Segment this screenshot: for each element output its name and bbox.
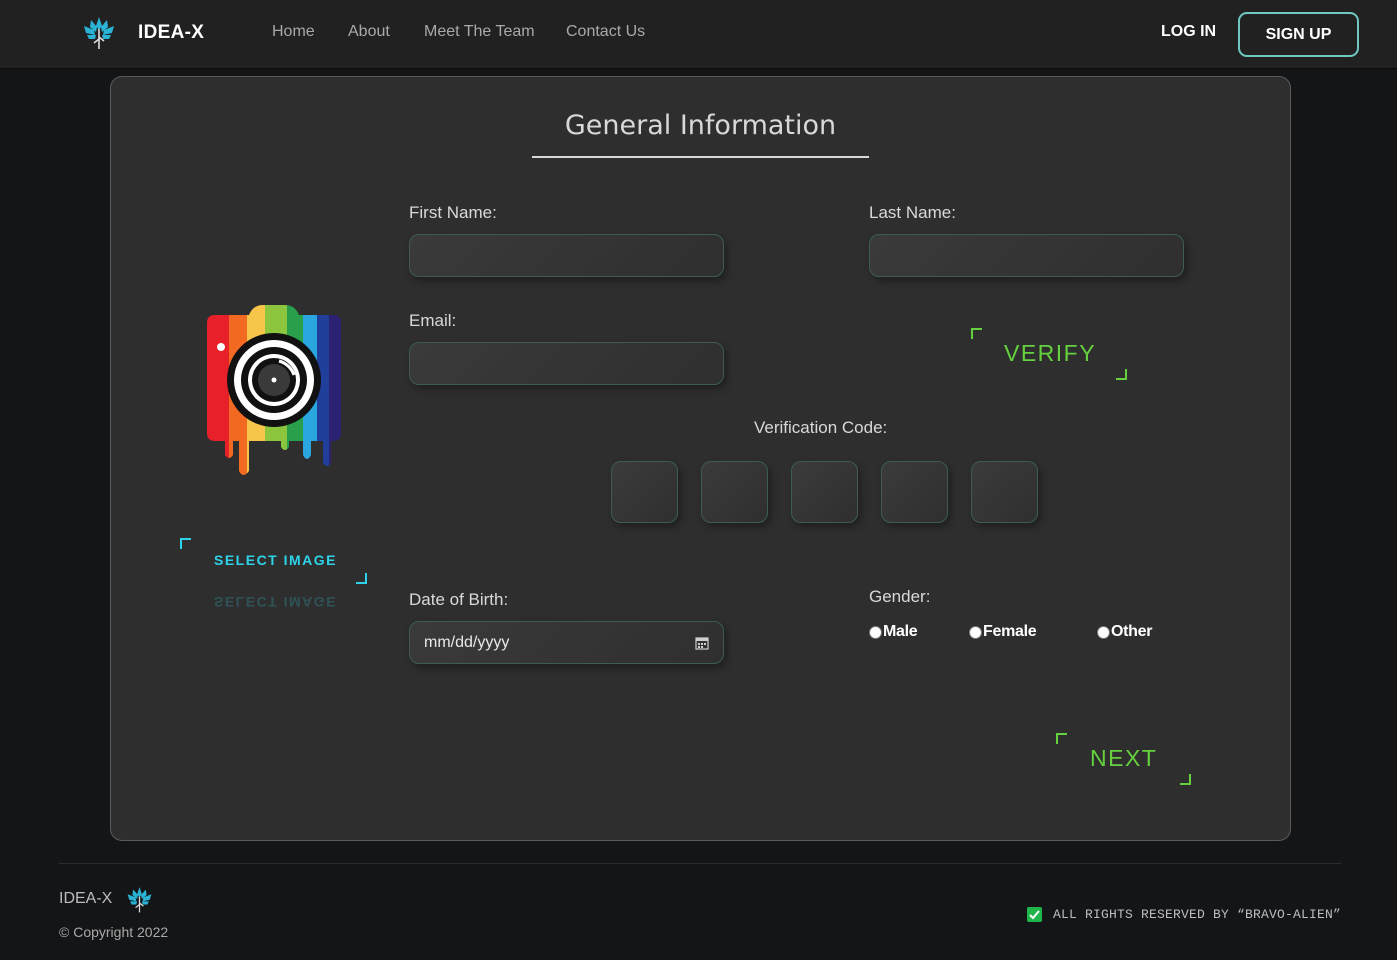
general-information-card: General Information SELECT IMAGE SELECT … (110, 76, 1291, 841)
select-image-reflection: SELECT IMAGE (214, 594, 338, 610)
gender-option-other[interactable]: Other (1097, 623, 1152, 641)
last-name-label: Last Name: (869, 203, 956, 222)
corner-bracket-icon (1180, 774, 1191, 785)
radio-female[interactable] (969, 625, 982, 639)
dob-placeholder: mm/dd/yyyy (424, 633, 510, 651)
verification-code-box-1[interactable] (611, 461, 678, 523)
next-label: NEXT (1090, 745, 1158, 771)
next-button[interactable]: NEXT (1056, 733, 1191, 785)
brand-name[interactable]: IDEA-X (138, 22, 204, 44)
signup-button[interactable]: SIGN UP (1238, 12, 1359, 57)
footer-copyright: © Copyright 2022 (59, 924, 169, 940)
verification-code-box-4[interactable] (881, 461, 948, 523)
calendar-icon[interactable] (695, 636, 709, 650)
select-image-button[interactable]: SELECT IMAGE (180, 538, 367, 584)
footer-brand: IDEA-X (59, 890, 113, 907)
corner-bracket-icon (356, 573, 367, 584)
email-input[interactable] (409, 342, 724, 385)
nav-link-home[interactable]: Home (272, 23, 315, 41)
verify-button[interactable]: VERIFY (971, 328, 1127, 380)
nav-link-about[interactable]: About (348, 23, 390, 41)
dob-label: Date of Birth: (409, 590, 509, 609)
corner-bracket-icon (1116, 369, 1127, 380)
radio-female-label[interactable]: Female (983, 623, 1037, 641)
tree-logo-icon (127, 887, 152, 913)
gender-option-male[interactable]: Male (869, 623, 918, 641)
verification-code-label: Verification Code: (754, 418, 888, 437)
radio-male-label[interactable]: Male (883, 623, 918, 641)
login-link[interactable]: LOG IN (1161, 23, 1216, 41)
corner-bracket-icon (1056, 733, 1067, 744)
title-underline (532, 156, 869, 158)
radio-other-label[interactable]: Other (1111, 623, 1152, 641)
last-name-input[interactable] (869, 234, 1184, 277)
corner-bracket-icon (971, 328, 982, 339)
email-label: Email: (409, 311, 457, 330)
verification-code-box-3[interactable] (791, 461, 858, 523)
first-name-label: First Name: (409, 203, 497, 222)
dob-input[interactable]: mm/dd/yyyy (409, 621, 724, 664)
radio-male[interactable] (869, 625, 882, 639)
nav-link-contact-us[interactable]: Contact Us (566, 23, 645, 41)
verify-label: VERIFY (1004, 340, 1097, 366)
gender-option-female[interactable]: Female (969, 623, 1037, 641)
top-navbar: IDEA-X Home About Meet The Team Contact … (0, 0, 1397, 69)
tree-logo-icon[interactable] (82, 13, 116, 51)
rainbow-camera-icon[interactable] (193, 305, 353, 475)
form-title: General Information (564, 110, 837, 141)
verification-code-box-2[interactable] (701, 461, 768, 523)
nav-link-meet-the-team[interactable]: Meet The Team (424, 23, 535, 41)
footer-rights: ALL RIGHTS RESERVED BY “BRAVO-ALIEN” (1053, 907, 1342, 922)
verification-code-box-5[interactable] (971, 461, 1038, 523)
corner-bracket-icon (180, 538, 191, 549)
select-image-label: SELECT IMAGE (214, 552, 338, 568)
radio-other[interactable] (1097, 625, 1110, 639)
checkbox-checked-icon (1027, 907, 1042, 922)
footer-divider (59, 863, 1341, 864)
first-name-input[interactable] (409, 234, 724, 277)
gender-label: Gender: (869, 587, 931, 606)
